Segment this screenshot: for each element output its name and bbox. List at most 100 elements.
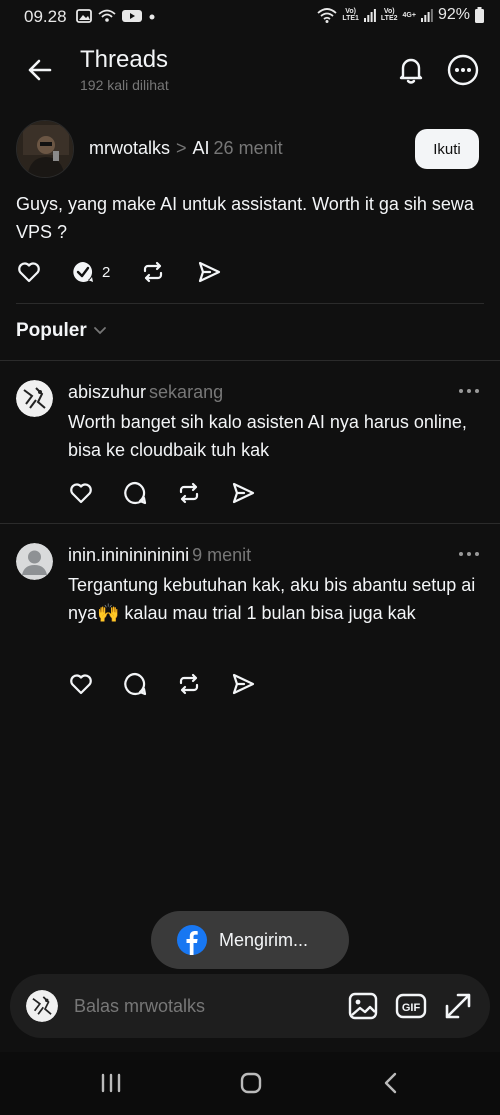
wifi-call-icon	[98, 9, 116, 22]
signal-1-icon	[363, 9, 376, 22]
app-header: Threads 192 kali dilihat	[0, 40, 500, 104]
reply-input[interactable]	[74, 988, 324, 1024]
share-button[interactable]	[230, 480, 256, 506]
reply-actions	[68, 480, 256, 506]
reply-username[interactable]: abiszuhur	[68, 382, 146, 402]
repost-button[interactable]	[176, 480, 202, 506]
like-button[interactable]	[68, 671, 94, 697]
signal-2-icon	[420, 9, 433, 22]
default-avatar-icon	[16, 543, 53, 580]
reply-username[interactable]: inin.inininininini	[68, 545, 189, 565]
repost-button[interactable]	[140, 259, 166, 285]
like-button[interactable]	[68, 480, 94, 506]
my-avatar	[26, 990, 58, 1022]
repost-icon	[179, 482, 199, 504]
reply-meta: inin.inininininini 9 menit	[68, 545, 251, 566]
network-2-label: Vo) LTE2	[380, 8, 398, 22]
gif-icon: GIF	[395, 993, 427, 1019]
dot-icon	[149, 14, 155, 20]
reply-avatar[interactable]	[16, 380, 53, 417]
status-notification-icons	[76, 9, 156, 23]
more-options-button[interactable]	[446, 53, 480, 87]
expand-icon	[445, 993, 471, 1019]
reply-more-button[interactable]	[456, 384, 482, 398]
chevron-down-icon	[93, 327, 106, 335]
repost-button[interactable]	[176, 671, 202, 697]
share-button[interactable]	[196, 259, 222, 285]
system-nav-bar	[0, 1052, 500, 1115]
recent-apps-icon	[101, 1073, 121, 1093]
battery-icon	[475, 7, 484, 23]
divider	[0, 523, 500, 524]
avatar-sketch-icon	[16, 380, 53, 417]
arrow-left-icon	[28, 59, 52, 81]
send-icon	[232, 673, 255, 695]
status-bar: 09.28 Vo) LTE1 Vo) LTE2 4G+ 92%	[0, 0, 500, 34]
view-count: 192 kali dilihat	[80, 77, 169, 93]
toast-text: Mengirim...	[219, 929, 309, 950]
post-username[interactable]: mrwotalks	[89, 138, 170, 158]
network-1-label: Vo) LTE1	[342, 8, 359, 22]
sort-dropdown[interactable]: Populer	[16, 320, 107, 342]
notification-button[interactable]	[394, 53, 428, 87]
comment-button[interactable]	[122, 480, 148, 506]
avatar-sketch-icon	[26, 990, 58, 1022]
reply-bar: GIF	[10, 974, 490, 1038]
share-button[interactable]	[230, 671, 256, 697]
reply-time: 9 menit	[192, 545, 252, 565]
post-text: Guys, yang make AI untuk assistant. Wort…	[16, 194, 474, 242]
more-horizontal-icon	[459, 552, 479, 556]
network-type-label: 4G+	[402, 11, 416, 19]
bell-icon	[399, 58, 423, 84]
divider	[16, 303, 484, 304]
repost-icon	[144, 261, 163, 283]
reply-count: 2	[102, 263, 111, 281]
status-time: 09.28	[24, 7, 67, 26]
follow-button[interactable]: Ikuti	[415, 129, 479, 169]
comment-icon	[124, 672, 147, 696]
youtube-icon	[122, 10, 142, 22]
like-button[interactable]	[16, 259, 42, 285]
sending-toast: Mengirim...	[151, 911, 349, 969]
reply-avatar[interactable]	[16, 543, 53, 580]
reply-actions	[68, 671, 256, 697]
more-circle-icon	[447, 54, 479, 86]
image-icon	[348, 992, 378, 1020]
post-time: 26 menit	[213, 138, 283, 158]
battery-percent: 92%	[437, 6, 470, 23]
repost-icon	[179, 673, 199, 695]
send-icon	[199, 261, 221, 283]
back-button[interactable]	[24, 54, 56, 86]
comment-button[interactable]	[122, 671, 148, 697]
more-horizontal-icon	[459, 389, 479, 393]
threads-page: 09.28 Vo) LTE1 Vo) LTE2 4G+ 92% Threads …	[0, 0, 500, 1115]
avatar-photo-icon	[17, 121, 73, 177]
post-topic[interactable]: AI	[193, 138, 210, 158]
post-actions: 2	[16, 259, 222, 285]
sort-label: Populer	[16, 320, 87, 341]
chevron-left-icon	[384, 1072, 397, 1094]
image-button[interactable]	[347, 990, 379, 1022]
avatar[interactable]	[16, 120, 74, 178]
facebook-icon	[177, 925, 207, 955]
home-button[interactable]	[236, 1068, 266, 1098]
recent-apps-button[interactable]	[96, 1068, 126, 1098]
system-back-button[interactable]	[376, 1068, 406, 1098]
gif-label: GIF	[402, 1002, 421, 1014]
comment-icon	[124, 481, 147, 505]
gif-button[interactable]: GIF	[395, 990, 427, 1022]
reply-text: Worth banget sih kalo asisten AI nya har…	[68, 412, 467, 460]
heart-icon	[70, 483, 92, 504]
heart-icon	[70, 674, 92, 695]
topic-separator: >	[176, 138, 187, 158]
send-icon	[232, 482, 255, 504]
reply-check-icon	[73, 262, 93, 282]
wifi-icon	[317, 8, 337, 23]
reply-more-button[interactable]	[456, 547, 482, 561]
post-meta: mrwotalks > AI 26 menit	[89, 138, 283, 159]
divider	[0, 360, 500, 361]
gallery-icon	[76, 9, 92, 23]
replies-button[interactable]	[70, 259, 96, 285]
reply-time: sekarang	[149, 382, 224, 402]
expand-button[interactable]	[442, 990, 474, 1022]
